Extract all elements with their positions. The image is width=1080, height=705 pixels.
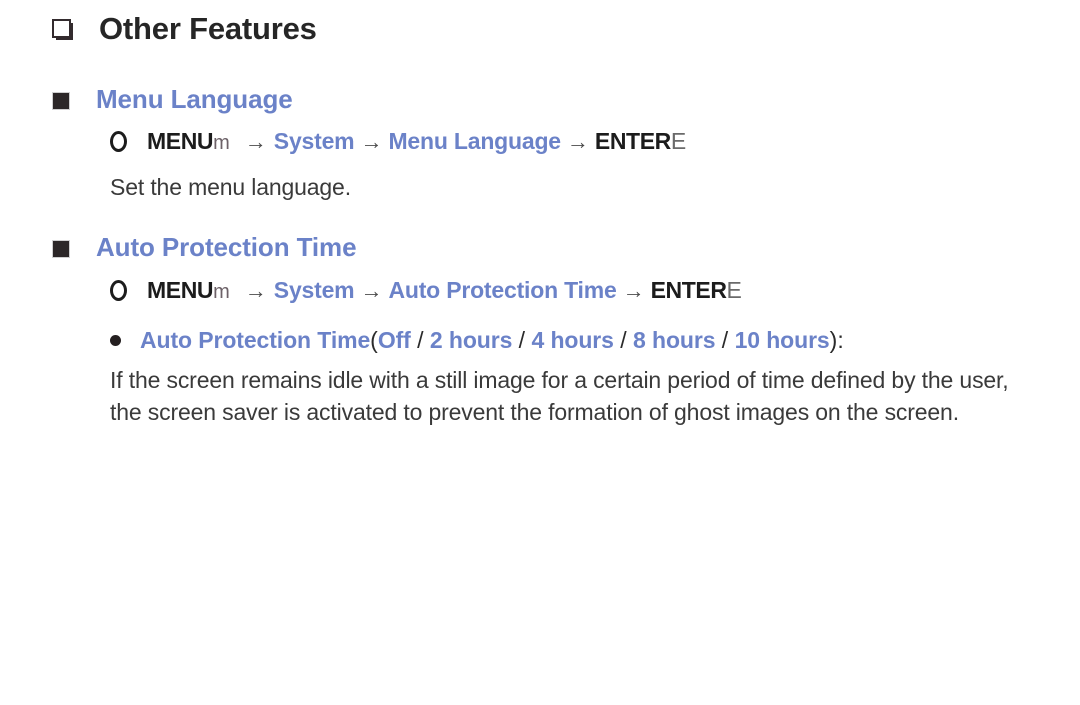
arrow-icon: → — [566, 129, 589, 155]
option-separator: / — [410, 326, 430, 353]
circle-outline-icon — [110, 279, 127, 301]
option-value-2-hours: 2 hours — [429, 326, 513, 353]
menu-key-label: MENU — [147, 276, 214, 303]
body-text-auto-protection-time: If the screen remains idle with a still … — [110, 366, 1009, 426]
enter-key-label: ENTER — [650, 276, 727, 303]
option-value-off: Off — [377, 326, 411, 353]
option-separator: / — [715, 326, 735, 353]
option-label: Auto Protection Time — [140, 326, 371, 353]
colon: : — [837, 326, 844, 353]
option-line-auto-protection-time: Auto Protection Time(Off / 2 hours / 4 h… — [52, 326, 1080, 356]
section-heading-row: Auto Protection Time — [52, 231, 1080, 264]
arrow-icon: → — [360, 277, 383, 303]
dot-icon — [110, 334, 121, 346]
hollow-square-icon — [52, 19, 73, 40]
menu-path-step-system: System — [273, 276, 355, 303]
enter-key-symbol: E — [726, 276, 742, 303]
option-line-content: Auto Protection Time(Off / 2 hours / 4 h… — [140, 326, 844, 356]
menu-key-label: MENU — [147, 128, 214, 155]
arrow-icon: → — [360, 129, 383, 155]
section-title-menu-language: Menu Language — [96, 83, 293, 114]
filled-square-icon — [52, 240, 70, 259]
enter-key-symbol: E — [670, 128, 686, 155]
manual-page: Other Features Menu Language MENU m → Sys… — [0, 0, 1080, 705]
filled-square-icon — [52, 91, 70, 110]
section-auto-protection-time: Auto Protection Time MENU m → System → Au… — [0, 231, 1080, 429]
arrow-icon: → — [244, 129, 267, 155]
menu-path-step-system: System — [273, 128, 355, 155]
description-menu-language: Set the menu language. — [110, 174, 351, 201]
menu-key-symbol: m — [213, 280, 230, 303]
page-title-row: Other Features — [0, 0, 1080, 49]
arrow-icon: → — [622, 277, 645, 303]
option-value-8-hours: 8 hours — [633, 326, 716, 353]
section-heading-row: Menu Language — [52, 83, 1080, 116]
section-title-auto-protection-time: Auto Protection Time — [96, 232, 357, 263]
menu-path-step-auto-protection-time: Auto Protection Time — [388, 276, 617, 303]
option-value-10-hours: 10 hours — [734, 326, 830, 353]
option-value-4-hours: 4 hours — [531, 326, 614, 353]
circle-outline-icon — [110, 131, 127, 153]
menu-path-menu-language: MENU m → System → Menu Language → ENTER E — [52, 127, 1080, 157]
option-separator: / — [613, 326, 634, 353]
enter-key-label: ENTER — [594, 128, 671, 155]
section-menu-language: Menu Language MENU m → System → Menu Lang… — [0, 83, 1080, 204]
menu-key-symbol: m — [213, 132, 230, 155]
menu-path-auto-protection-time: MENU m → System → Auto Protection Time → … — [52, 276, 1080, 306]
open-paren: ( — [370, 326, 378, 353]
menu-path-step-menu-language: Menu Language — [388, 128, 561, 155]
option-separator: / — [512, 326, 532, 353]
arrow-icon: → — [244, 277, 267, 303]
page-title: Other Features — [99, 11, 317, 46]
